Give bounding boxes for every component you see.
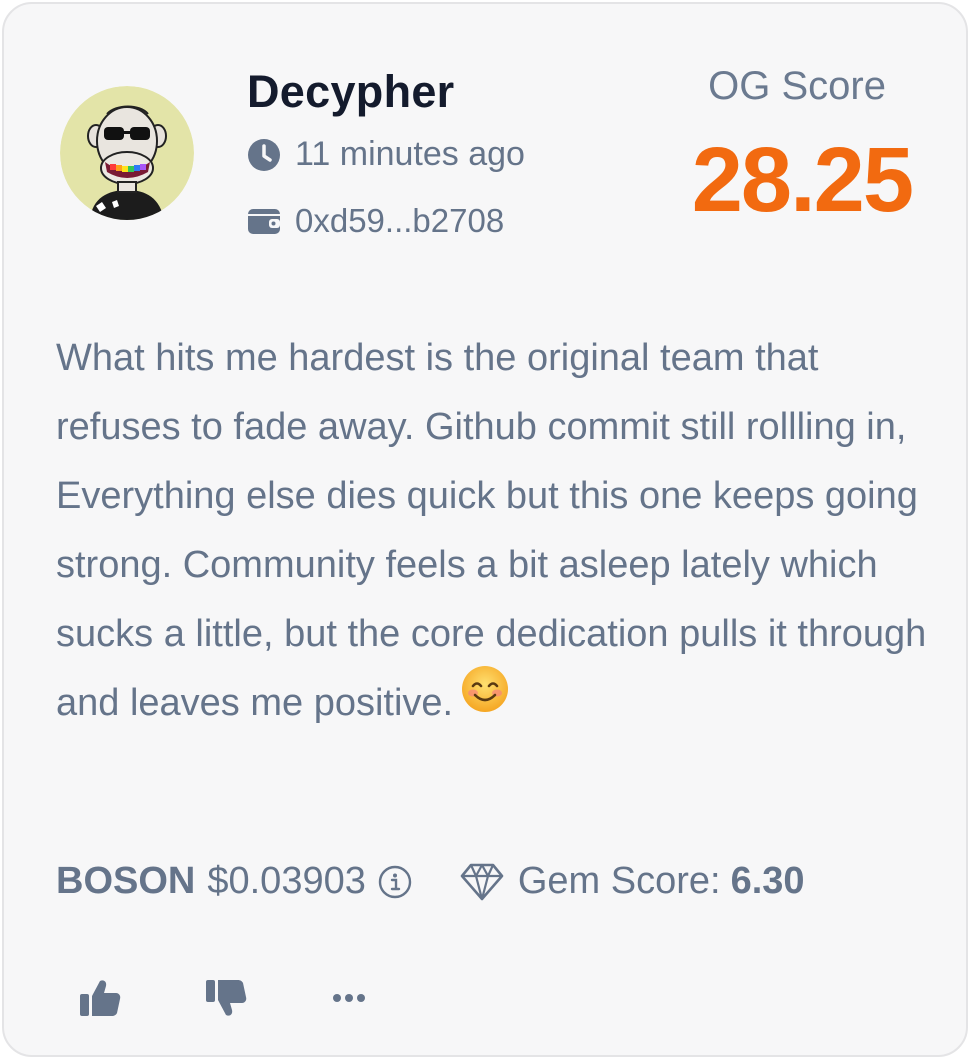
post-time: 11 minutes ago xyxy=(247,135,525,174)
post-card: Decypher 11 minutes ago 0xd59...b2708 OG… xyxy=(2,2,968,1057)
thumbs-up-icon[interactable] xyxy=(78,976,122,1020)
time-ago: 11 minutes ago xyxy=(295,135,525,173)
post-body: What hits me hardest is the original tea… xyxy=(56,324,931,740)
og-score-label: OG Score xyxy=(708,64,886,108)
username[interactable]: Decypher xyxy=(247,66,455,118)
token-price: $0.03903 xyxy=(207,860,366,902)
clock-icon xyxy=(247,138,281,172)
wallet-address[interactable]: 0xd59...b2708 xyxy=(295,202,504,240)
gem-score-value: 6.30 xyxy=(730,860,805,902)
wallet-icon xyxy=(247,204,281,238)
info-icon[interactable] xyxy=(378,865,412,899)
og-score-value: 28.25 xyxy=(691,129,914,231)
more-icon[interactable] xyxy=(330,976,370,1020)
gem-score-label: Gem Score: xyxy=(517,860,721,902)
token-info-row: BOSON $0.03903 Gem Score: 6.30 xyxy=(56,860,805,903)
smiling-face-emoji xyxy=(461,665,509,736)
token-symbol[interactable]: BOSON xyxy=(56,860,195,903)
thumbs-down-icon[interactable] xyxy=(204,976,248,1020)
wallet-address-row[interactable]: 0xd59...b2708 xyxy=(247,202,504,240)
avatar[interactable] xyxy=(60,86,194,220)
post-actions xyxy=(78,976,370,1020)
gem-icon xyxy=(460,862,504,902)
